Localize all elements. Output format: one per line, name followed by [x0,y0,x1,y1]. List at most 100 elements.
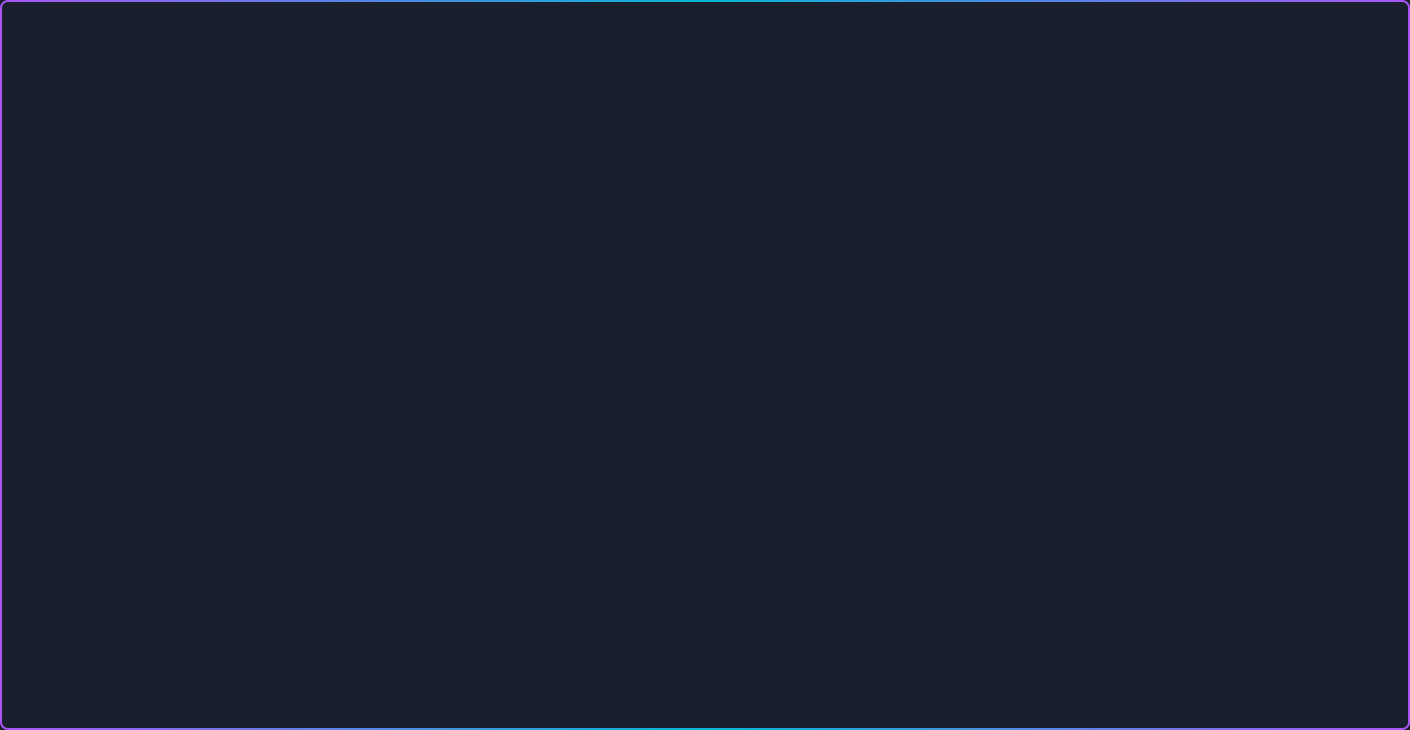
manage-legacy-action[interactable]: Manage Neo Legacy Wallet [854,343,940,350]
cell-holdings: 10,000 [578,414,633,426]
download-macos-button[interactable]: Download [571,181,679,214]
portfolio-content: $39,194 NEO $17,545 [733,384,968,474]
svg-text:12:00: 12:00 [735,589,748,595]
logo-icon [581,32,625,76]
cell-ticker: DBC [482,414,523,426]
sidebar-contacts[interactable]: ☆ [438,455,460,477]
refresh-action[interactable]: Refresh [947,343,972,350]
app-header-icon: ♥ [659,311,673,325]
col-ticker: TICKER [482,386,523,398]
app-topbar: NEO LEGACY Address: Ad1Nj2bGS1nUlpnZuYbG… [468,335,980,359]
gas-change: +2.03% [644,567,671,575]
linux-deb-platform: Linux [740,142,771,157]
cell-holdings: 1,000 [578,400,633,412]
linux-appimage-platform: Linux [886,142,917,157]
portfolio-panel: Total Portfolio Value [727,365,974,480]
app-screen: ♥ neonwallet ⌂ ↑ ↓ ≡ ☆ [430,303,980,633]
legend-dot-neo [811,388,817,394]
neo-label: NEO [480,526,595,533]
gas-price: $2.69 [601,553,716,559]
sidebar-home[interactable]: ⌂ [438,343,460,365]
windows-size: 88.79 MB (Neon.exe) [444,163,549,175]
table-row: RPX Red Pulse 1,000 12.47 -13.31 [482,400,713,412]
holdings-total-value: $20,820 [516,505,563,520]
linux-appimage-icon: 🐧 [926,190,942,206]
laptop-camera [702,291,708,297]
neo-price: $128.36 [480,553,595,559]
neo-legacy-badge: NEO LEGACY [476,342,530,351]
cell-ticker: RPX [482,400,523,412]
chart-tab-neo[interactable]: NEO [778,492,799,500]
chart-panel: Market Data NEO NALD 1 DAY [727,486,974,627]
holding-neo: NEO 125 $128.36 +3.40% [480,526,595,577]
release-link[interactable]: Latest release information and checksum … [562,233,848,248]
portfolio-legend: NEO $17,545 GAS 17,2405068 [811,388,968,425]
gas-label: GAS [601,526,716,533]
cell-price: 0.44 [636,414,672,426]
token-table: TICKER TOKEN HOLDINGS PRICE P&L [480,384,715,441]
legend-item-rpx: RPX 1,299.56 $6,227 [811,408,968,415]
cell-pl: -13.31 [673,400,713,412]
sidebar-history[interactable]: ≡ [438,427,460,449]
gas-amount: 17.25 [601,535,716,553]
laptop-foot [525,660,885,674]
token-panel-title: Token Balances [480,371,715,380]
table-row: DBC DeepBrain 10,000 0.44 +12.11 [482,414,713,426]
sidebar-receive[interactable]: ↓ [438,399,460,421]
download-windows: Windows 88.79 MB (Neon.exe) Download ⊞ [437,142,556,215]
windows-platform: Windows [470,142,523,157]
laptop-stand [415,660,995,674]
app-layout: ⌂ ↑ ↓ ≡ ☆ ⚙ ◉ [430,335,980,633]
claim-label: Claim 1.89 GAS [577,588,627,595]
token-balances-panel: Token Balances TICKER TOKEN HOLDINGS [474,365,721,480]
linux-icon: 🐧 [781,190,797,206]
sidebar-network[interactable]: ◉ [438,511,460,533]
claim-gas-button[interactable]: ⬇ Claim 1.89 GAS [480,583,715,601]
holding-gas: GAS 17.25 $2.69 +2.03% [601,526,716,577]
logo-text: neonwallet [637,36,830,73]
chart-header: Market Data NEO NALD 1 DAY [733,492,968,501]
macos-size: 134.15 MB (Neon.dmg) [568,163,682,175]
svg-text:24:00: 24:00 [942,589,955,595]
svg-text:20:00: 20:00 [906,589,919,595]
legend-item-gas: GAS 17,2405068 $10,452 [811,398,968,405]
laptop-mockup: ♥ neonwallet ⌂ ↑ ↓ ≡ ☆ [415,276,995,674]
app-main: NEO LEGACY Address: Ad1Nj2bGS1nUlpnZuYbG… [468,335,980,633]
sidebar-settings[interactable]: ⚙ [438,483,460,505]
holdings-panel: Holdings TOTAL $20,820 NEO [474,486,721,627]
claim-icon: ⬇ [567,588,573,596]
col-holdings: HOLDINGS [578,386,633,398]
portfolio-title: Total Portfolio Value [733,371,968,380]
sidebar-send[interactable]: ↑ [438,371,460,393]
holdings-title: Holdings [480,492,715,501]
legend-dot-dbc [811,418,817,424]
linux-deb-size: 80.00 MB (Neon.deb) [703,163,808,175]
screen-bezel: ♥ neonwallet ⌂ ↑ ↓ ≡ ☆ [415,276,995,642]
cell-token: Neo [525,428,576,439]
market-chart: $164.59 12:00 04:00 08:00 12:00 16:00 20… [733,505,968,595]
legend-dot-rpx [811,408,817,414]
cell-pl: +12.11 [673,414,713,426]
donut-chart: $39,194 [733,384,803,454]
download-linux-deb-button[interactable]: Download 🐧 [694,181,818,215]
cell-holdings: 125 [578,428,633,439]
coz-badge: ✕ COZ [691,617,719,625]
chart-tab-1day[interactable]: 1 DAY [831,492,856,500]
legend-item-neo: NEO $17,545 [811,388,968,395]
download-windows-button[interactable]: Download ⊞ [437,181,556,215]
holdings-grid: NEO 125 $128.36 +3.40% GAS 17.25 [480,526,715,577]
svg-text:04:00: 04:00 [769,589,782,595]
chart-tab-nald[interactable]: NALD [803,492,827,500]
logo-area: neonwallet [581,32,830,76]
tagline: An open source cross-platform light wall… [333,94,1077,120]
holdings-total-label: TOTAL [480,509,508,516]
svg-text:16:00: 16:00 [872,589,885,595]
svg-text:12:00: 12:00 [838,589,851,595]
neo-change: +3.40% [524,567,551,575]
cell-token: DeepBrain [525,414,576,426]
windows-icon: ⊞ [524,190,535,206]
svg-text:08:00: 08:00 [804,589,817,595]
linux-appimage-size: 135.88 MB (Neon.AppImage) [830,163,973,175]
download-linux-appimage-button[interactable]: Download 🐧 [840,181,964,215]
app-header: ♥ neonwallet [430,303,980,335]
